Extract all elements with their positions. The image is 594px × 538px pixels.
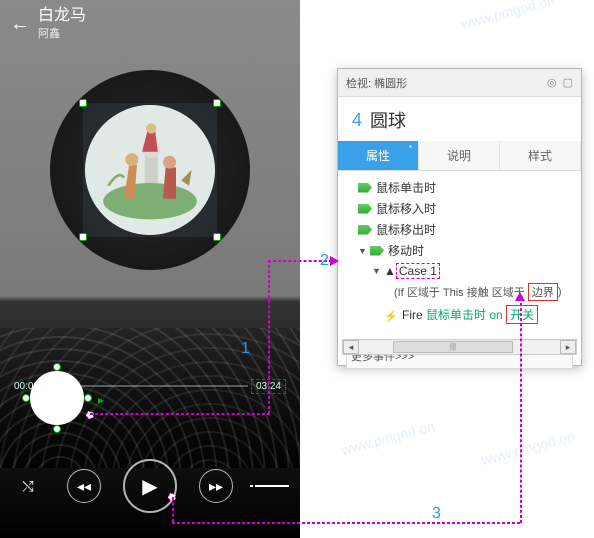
arrow3-seg2 [172,522,520,524]
selection-ball[interactable]: ▸ [26,367,88,429]
panel-titlebar: 检视: 椭圆形 ◎ ▢ [338,69,581,97]
condition-target: 边界 [528,283,558,301]
scroll-right-button[interactable]: ▸ [560,340,576,354]
interactions-tree: 鼠标单击时 鼠标移入时 鼠标移出时 ▼移动时 ▼▲ Case 1 (If 区域于… [338,171,581,341]
move-arrow-icon: ▸ [98,393,104,407]
callout-3: 3 [432,505,441,523]
next-button[interactable]: ▸▸ [199,469,233,503]
scroll-left-button[interactable]: ◂ [343,340,359,354]
horizontal-scrollbar[interactable]: ◂ ||| ▸ [342,339,577,355]
prev-button[interactable]: ◂◂ [67,469,101,503]
event-move[interactable]: ▼移动时 [342,240,577,261]
event-mouseenter[interactable]: 鼠标移入时 [342,198,577,219]
arrow1-seg1 [90,413,270,415]
playlist-button[interactable] [255,469,289,503]
inspector-panel: 检视: 椭圆形 ◎ ▢ 4 圆球 属性* 说明 样式 鼠标单击时 鼠标移入时 鼠… [337,68,582,366]
bolt-icon: ⚡ [384,310,398,320]
song-title: 白龙马 [38,7,86,25]
back-icon[interactable]: ← [10,13,30,36]
arrow1-seg2 [268,260,270,414]
arrow3-seg1 [172,497,174,522]
selection-box-album[interactable] [82,102,218,238]
play-button[interactable]: ▶ [123,459,177,513]
tab-style[interactable]: 样式 [500,141,581,170]
widget-name[interactable]: 圆球 [370,107,406,133]
tab-description[interactable]: 说明 [419,141,500,170]
callout-2: 2 [320,252,329,270]
widget-name-row: 4 圆球 [338,97,581,141]
widget-index: 4 [352,110,362,131]
scroll-thumb[interactable]: ||| [393,341,513,353]
music-player-mockup: ← 白龙马 阿鑫 00:00 [0,0,300,538]
arrow3-seg3 [520,298,522,523]
player-controls: ⤭ ◂◂ ▶ ▸▸ [0,456,300,516]
panel-title-text: 检视: 椭圆形 [346,75,407,91]
tab-properties[interactable]: 属性* [338,141,419,170]
locate-icon[interactable]: ◎ [547,76,557,89]
player-header: ← 白龙马 阿鑫 [0,0,300,48]
event-click[interactable]: 鼠标单击时 [342,177,577,198]
case-row[interactable]: ▼▲ Case 1 [342,261,577,281]
panel-tabs: 属性* 说明 样式 [338,141,581,171]
case-condition[interactable]: (If 区域于 This 接触 区域于 边界) [342,281,577,303]
arrow1-head [330,256,339,266]
callout-1: 1 [241,340,250,358]
song-artist: 阿鑫 [38,25,86,41]
arrow3-head [515,292,525,301]
page-icon[interactable]: ▢ [563,76,573,89]
action-fire[interactable]: ⚡ Fire 鼠标单击时 on 开关 [342,303,577,326]
shuffle-button[interactable]: ⤭ [11,469,45,503]
event-mouseleave[interactable]: 鼠标移出时 [342,219,577,240]
fire-target: 开关 [506,305,538,324]
